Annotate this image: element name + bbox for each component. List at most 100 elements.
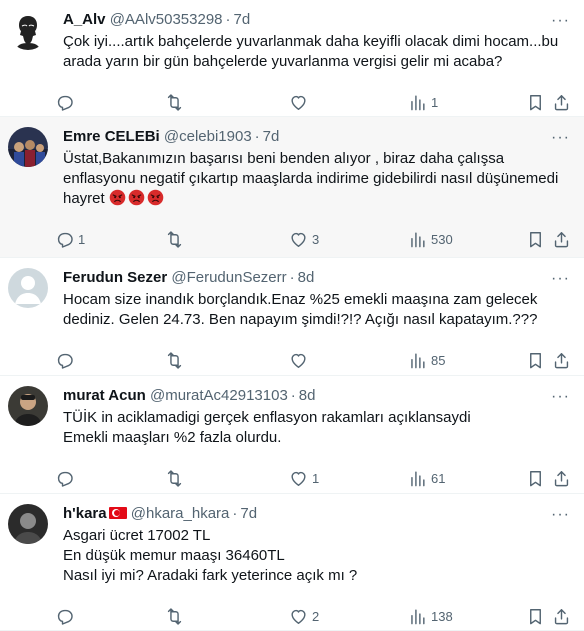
views-button[interactable]: 1 <box>408 91 438 113</box>
angry-emoji-group <box>109 189 164 206</box>
retweet-button[interactable] <box>165 91 188 113</box>
like-count: 3 <box>312 231 320 247</box>
share-button[interactable] <box>552 605 571 627</box>
tweet[interactable]: A_Alv @AAlv50353298 · 7d ··· Çok iyi....ar… <box>0 0 584 117</box>
share-button[interactable] <box>552 91 571 113</box>
avatar[interactable] <box>8 268 48 308</box>
reply-button[interactable]: 1 <box>55 228 85 250</box>
reply-count: 1 <box>78 231 86 247</box>
tweet[interactable]: h'kara @hkara_hkara · 7d ··· Asgari ücret … <box>0 494 584 631</box>
reply-icon <box>55 607 74 626</box>
user-handle[interactable]: @celebi1903 <box>164 128 252 145</box>
avatar[interactable] <box>8 127 48 167</box>
bookmark-button[interactable] <box>526 467 545 489</box>
tweet-time[interactable]: 7d <box>263 128 280 145</box>
tweet[interactable]: Emre CELEBi @celebi1903 · 7d ··· Üstat,Bak… <box>0 117 584 258</box>
reply-button[interactable] <box>55 605 78 627</box>
retweet-icon <box>165 230 184 249</box>
user-handle[interactable]: @AAlv50353298 <box>110 11 223 28</box>
views-count: 530 <box>431 231 453 247</box>
views-button[interactable]: 138 <box>408 605 453 627</box>
user-name[interactable]: Ferudun Sezer <box>63 269 167 286</box>
tweet-text-line: Emekli maaşları %2 fazla olurdu. <box>63 429 282 446</box>
bookmark-icon <box>526 469 545 488</box>
share-button[interactable] <box>552 349 571 371</box>
views-count: 61 <box>431 470 446 486</box>
retweet-button[interactable] <box>165 605 188 627</box>
separator-dot: · <box>289 269 295 286</box>
more-icon[interactable]: ··· <box>551 506 570 524</box>
views-button[interactable]: 85 <box>408 349 445 371</box>
share-button[interactable] <box>552 228 571 250</box>
tweet-actions: 2 138 <box>63 594 568 631</box>
bookmark-button[interactable] <box>526 605 545 627</box>
views-button[interactable]: 61 <box>408 467 445 489</box>
avatar[interactable] <box>8 10 48 50</box>
views-count: 85 <box>431 352 446 368</box>
views-icon <box>408 351 427 370</box>
user-handle[interactable]: @hkara_hkara <box>131 505 230 522</box>
user-name[interactable]: A_Alv <box>63 11 106 28</box>
like-button[interactable] <box>289 91 312 113</box>
bookmark-button[interactable] <box>526 349 545 371</box>
retweet-icon <box>165 351 184 370</box>
tweet-time[interactable]: 8d <box>299 387 316 404</box>
avatar[interactable] <box>8 386 48 426</box>
tweet-text: TÜİK in aciklamadigi gerçek enflasyon ra… <box>63 408 568 448</box>
tweet-time[interactable]: 8d <box>298 269 315 286</box>
retweet-button[interactable] <box>165 467 188 489</box>
views-icon <box>408 93 427 112</box>
tweet-time[interactable]: 7d <box>234 11 251 28</box>
like-icon <box>289 230 308 249</box>
retweet-icon <box>165 607 184 626</box>
user-name[interactable]: murat Acun <box>63 387 146 404</box>
like-button[interactable] <box>289 349 312 371</box>
tweet-text: Çok iyi....artık bahçelerde yuvarlanmak … <box>63 32 568 72</box>
like-button[interactable]: 3 <box>289 228 319 250</box>
bookmark-icon <box>526 230 545 249</box>
reply-icon <box>55 469 74 488</box>
like-icon <box>289 607 308 626</box>
tweet-text-line: Asgari ücret 17002 TL <box>63 527 211 544</box>
views-count: 138 <box>431 608 453 624</box>
separator-dot: · <box>232 505 238 522</box>
reply-button[interactable] <box>55 349 78 371</box>
more-icon[interactable]: ··· <box>551 270 570 288</box>
views-button[interactable]: 530 <box>408 228 453 250</box>
tweet[interactable]: murat Acun @muratAc42913103 · 8d ··· TÜİK … <box>0 376 584 494</box>
user-name[interactable]: Emre CELEBi <box>63 128 160 145</box>
reply-icon <box>55 230 74 249</box>
share-icon <box>552 607 571 626</box>
bookmark-button[interactable] <box>526 228 545 250</box>
separator-dot: · <box>225 11 231 28</box>
tweet-text-line: En düşük memur maaşı 36460TL <box>63 547 285 564</box>
like-button[interactable]: 2 <box>289 605 319 627</box>
avatar[interactable] <box>8 504 48 544</box>
more-icon[interactable]: ··· <box>551 388 570 406</box>
turkey-flag-icon <box>108 507 127 519</box>
tweet-time[interactable]: 7d <box>240 505 257 522</box>
retweet-button[interactable] <box>165 349 188 371</box>
retweet-button[interactable] <box>165 228 188 250</box>
like-icon <box>289 469 308 488</box>
user-handle[interactable]: @muratAc42913103 <box>150 387 288 404</box>
reply-button[interactable] <box>55 91 78 113</box>
tweet[interactable]: Ferudun Sezer @FerudunSezerr · 8d ··· Hoca… <box>0 258 584 376</box>
views-icon <box>408 230 427 249</box>
like-button[interactable]: 1 <box>289 467 319 489</box>
tweet-text-line: Çok iyi....artık bahçelerde yuvarlanmak … <box>63 33 559 50</box>
reply-button[interactable] <box>55 467 78 489</box>
bookmark-icon <box>526 351 545 370</box>
user-handle[interactable]: @FerudunSezerr <box>171 269 286 286</box>
share-button[interactable] <box>552 467 571 489</box>
bookmark-button[interactable] <box>526 91 545 113</box>
share-icon <box>552 93 571 112</box>
share-icon <box>552 351 571 370</box>
share-icon <box>552 230 571 249</box>
tweet-header: Emre CELEBi @celebi1903 · 7d <box>63 127 568 147</box>
retweet-icon <box>165 93 184 112</box>
more-icon[interactable]: ··· <box>551 129 570 147</box>
user-name[interactable]: h'kara <box>63 505 107 522</box>
more-icon[interactable]: ··· <box>551 12 570 30</box>
retweet-icon <box>165 469 184 488</box>
